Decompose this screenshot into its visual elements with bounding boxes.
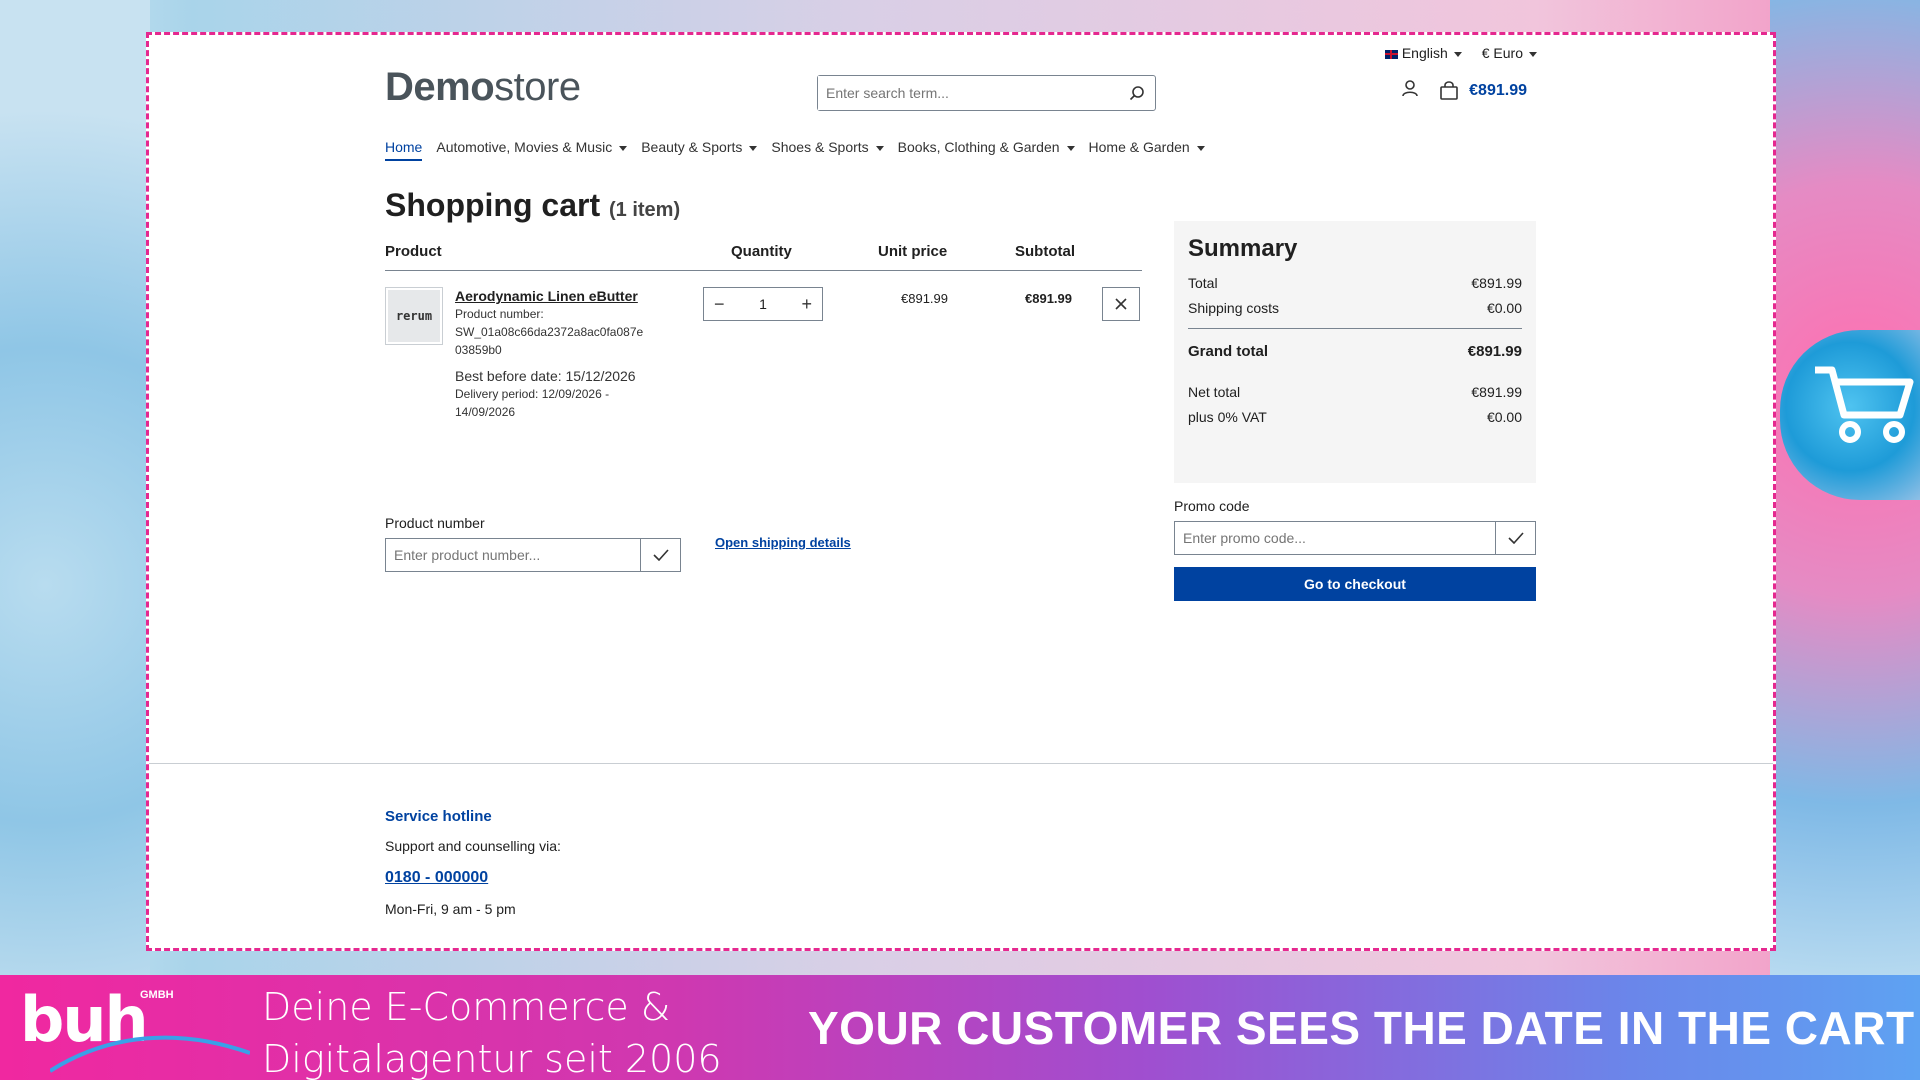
product-number-input[interactable] [386, 539, 640, 571]
footer-divider [149, 763, 1773, 764]
column-subtotal: Subtotal [1015, 243, 1075, 260]
add-product-button[interactable] [640, 539, 680, 571]
summary-shipping-row: Shipping costs €0.00 [1188, 300, 1522, 316]
service-hotline-text: Support and counselling via: [385, 838, 561, 854]
nav-item-books[interactable]: Books, Clothing & Garden [898, 139, 1075, 161]
shop-frame: English € Euro Demostore €891.99 Home Au… [146, 32, 1776, 951]
quantity-stepper: − 1 + [703, 287, 823, 321]
product-image[interactable]: rerum [385, 287, 443, 345]
store-logo[interactable]: Demostore [385, 65, 581, 110]
checkout-button[interactable]: Go to checkout [1174, 567, 1536, 601]
page-title: Shopping cart (1 item) [385, 187, 681, 223]
product-number-line2: 03859b0 [455, 343, 502, 357]
uk-flag-icon [1384, 49, 1398, 59]
nav-item-home-garden[interactable]: Home & Garden [1089, 139, 1205, 161]
nav-item-automotive[interactable]: Automotive, Movies & Music [436, 139, 627, 161]
close-icon [1115, 298, 1127, 310]
product-info: Aerodynamic Linen eButter Product number… [455, 287, 655, 421]
unit-price: €891.99 [901, 291, 948, 306]
service-hotline-title: Service hotline [385, 808, 492, 825]
agency-logo: buh GMBH [20, 983, 250, 1073]
cart-line-item: rerum Aerodynamic Linen eButter Product … [385, 287, 1142, 427]
nav-item-home[interactable]: Home [385, 139, 423, 161]
language-currency-bar: English € Euro [1384, 45, 1537, 61]
product-name-link[interactable]: Aerodynamic Linen eButter [455, 287, 655, 305]
cart-button[interactable]: €891.99 [1439, 80, 1527, 101]
delivery-period-line1: Delivery period: 12/09/2026 - [455, 387, 610, 401]
nav-item-shoes[interactable]: Shoes & Sports [771, 139, 883, 161]
header-cart-total: €891.99 [1469, 81, 1527, 99]
shipping-details-link[interactable]: Open shipping details [715, 535, 851, 550]
quantity-value[interactable]: 1 [759, 296, 767, 312]
checkmark-icon [1507, 532, 1524, 544]
summary-total-row: Total €891.99 [1188, 275, 1522, 291]
best-before-date: Best before date: 15/12/2026 [455, 368, 636, 384]
nav-item-beauty[interactable]: Beauty & Sports [641, 139, 757, 161]
column-unit-price: Unit price [878, 243, 948, 260]
banner-tagline: Deine E-Commerce & Digitalagentur seit 2… [262, 985, 722, 1080]
product-number-label: Product number: [455, 307, 544, 321]
search-box [817, 75, 1156, 111]
search-icon[interactable] [1119, 85, 1155, 101]
summary-net-total-row: Net total €891.99 [1188, 384, 1522, 400]
checkmark-icon [652, 549, 669, 561]
delivery-period-line2: 14/09/2026 [455, 405, 516, 419]
background-decoration-left [0, 0, 150, 975]
summary-grand-total-row: Grand total €891.99 [1188, 328, 1522, 360]
summary-vat-row: plus 0% VAT €0.00 [1188, 409, 1522, 425]
remove-item-button[interactable] [1102, 287, 1140, 321]
header-actions: €891.99 [1401, 79, 1527, 102]
currency-selector[interactable]: € Euro [1482, 45, 1537, 61]
search-input[interactable] [818, 76, 1119, 110]
summary-title: Summary [1188, 235, 1298, 262]
column-product: Product [385, 243, 442, 260]
main-navigation: Home Automotive, Movies & Music Beauty &… [385, 139, 1205, 161]
language-selector[interactable]: English [1384, 45, 1462, 61]
bag-icon [1440, 80, 1458, 100]
apply-promo-button[interactable] [1495, 522, 1535, 554]
decorative-cart-icon [1780, 330, 1920, 500]
product-number-line1: SW_01a08c66da2372a8ac0fa087e [455, 325, 644, 339]
cart-table-header: Product Quantity Unit price Subtotal [385, 243, 1142, 271]
account-icon[interactable] [1401, 79, 1419, 102]
item-count: (1 item) [609, 199, 681, 221]
promo-code-form [1174, 521, 1536, 555]
banner-headline: YOUR CUSTOMER SEES THE DATE IN THE CART [808, 1002, 1915, 1054]
service-hours: Mon-Fri, 9 am - 5 pm [385, 901, 516, 917]
plus-icon[interactable]: + [801, 294, 812, 315]
minus-icon[interactable]: − [714, 294, 725, 315]
promo-banner: buh GMBH Deine E-Commerce & Digitalagent… [0, 975, 1920, 1080]
promo-code-input[interactable] [1175, 522, 1495, 554]
line-subtotal: €891.99 [1025, 291, 1072, 306]
summary-panel: Summary Total €891.99 Shipping costs €0.00… [1174, 221, 1536, 483]
add-product-form [385, 538, 681, 572]
column-quantity: Quantity [731, 243, 792, 260]
swoosh-icon [50, 1035, 250, 1073]
promo-code-label: Promo code [1174, 498, 1250, 514]
product-number-field-label: Product number [385, 515, 485, 531]
service-phone-link[interactable]: 0180 - 000000 [385, 869, 488, 887]
